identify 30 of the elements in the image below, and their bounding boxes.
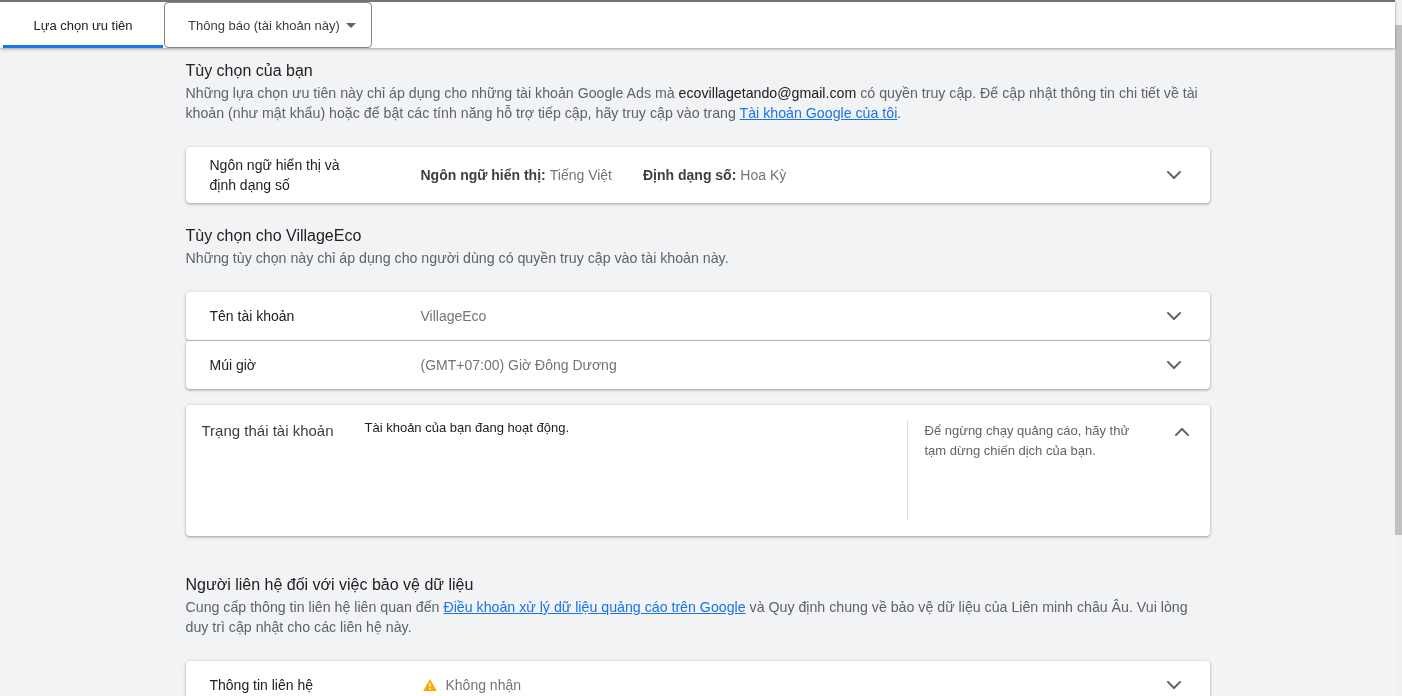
chevron-down-icon[interactable] xyxy=(1165,311,1182,321)
section-description: Những tùy chọn này chỉ áp dụng cho người dùng có quyền truy cập vào tài khoản này. xyxy=(185,249,730,268)
setting-label: Tên tài khoản xyxy=(209,307,296,326)
field-value: Tiếng Việt xyxy=(549,166,612,185)
section-title: Tùy chọn của bạn xyxy=(185,61,314,81)
setting-label: Thông tin liên hệ xyxy=(209,676,315,695)
field-value: VillageEco xyxy=(420,307,487,326)
field-value: Hoa Kỳ xyxy=(740,166,787,185)
caret-icon xyxy=(346,22,356,28)
chevron-up-icon[interactable] xyxy=(1173,427,1190,437)
field-label: Định dạng số: xyxy=(643,166,737,185)
section-title: Người liên hệ đối với việc bảo vệ dữ liệu xyxy=(185,575,475,595)
field-value: Không nhận xyxy=(445,676,522,695)
field-label: Ngôn ngữ hiển thị: xyxy=(420,166,546,185)
chevron-down-icon[interactable] xyxy=(1165,680,1182,690)
chevron-down-icon[interactable] xyxy=(1165,170,1182,180)
link[interactable]: Điều khoản xử lý dữ liệu quảng cáo trên Google xyxy=(443,599,746,615)
dropdown-tab[interactable]: Thông báo (tài khoản này) xyxy=(164,2,372,48)
setting-label: Múi giờ xyxy=(209,356,258,375)
setting-label: Trạng thái tài khoản xyxy=(201,421,335,441)
field-value: (GMT+07:00) Giờ Đông Dương xyxy=(420,356,617,375)
chevron-down-icon[interactable] xyxy=(1165,360,1182,370)
scrollbar-thumb[interactable] xyxy=(1395,25,1402,535)
hint-text: Để ngừng chạy quảng cáo, hãy thử tạm dừng chiến dịch của bạn. xyxy=(924,422,1131,460)
section-description: Những lựa chọn ưu tiên này chỉ áp dụng cho những tài khoản Google Ads mà ecovillagetando@gmail.com có quyền truy cập. Để cập nhật thông tin chi tiết về tài khoản (như mật khẩu) hoặc để bật các tính năng hỗ trợ tiếp cập, hãy truy cập vào trang Tài khoản Google của tôi. xyxy=(185,84,1199,123)
section-title: Tùy chọn cho VillageEco xyxy=(185,226,363,246)
setting-label: Ngôn ngữ hiển thị và định dạng số xyxy=(209,156,341,195)
section-description: Cung cấp thông tin liên hệ liên quan đến Điều khoản xử lý dữ liệu quảng cáo trên Google và Quy định chung về bảo vệ dữ liệu của Liên minh châu Âu. Vui lòng duy trì cập nhật cho các liên hệ này. xyxy=(185,598,1189,637)
status-text: Tài khoản của bạn đang hoạt động. xyxy=(364,419,571,437)
tab[interactable]: Lựa chọn ưu tiên xyxy=(3,2,163,48)
